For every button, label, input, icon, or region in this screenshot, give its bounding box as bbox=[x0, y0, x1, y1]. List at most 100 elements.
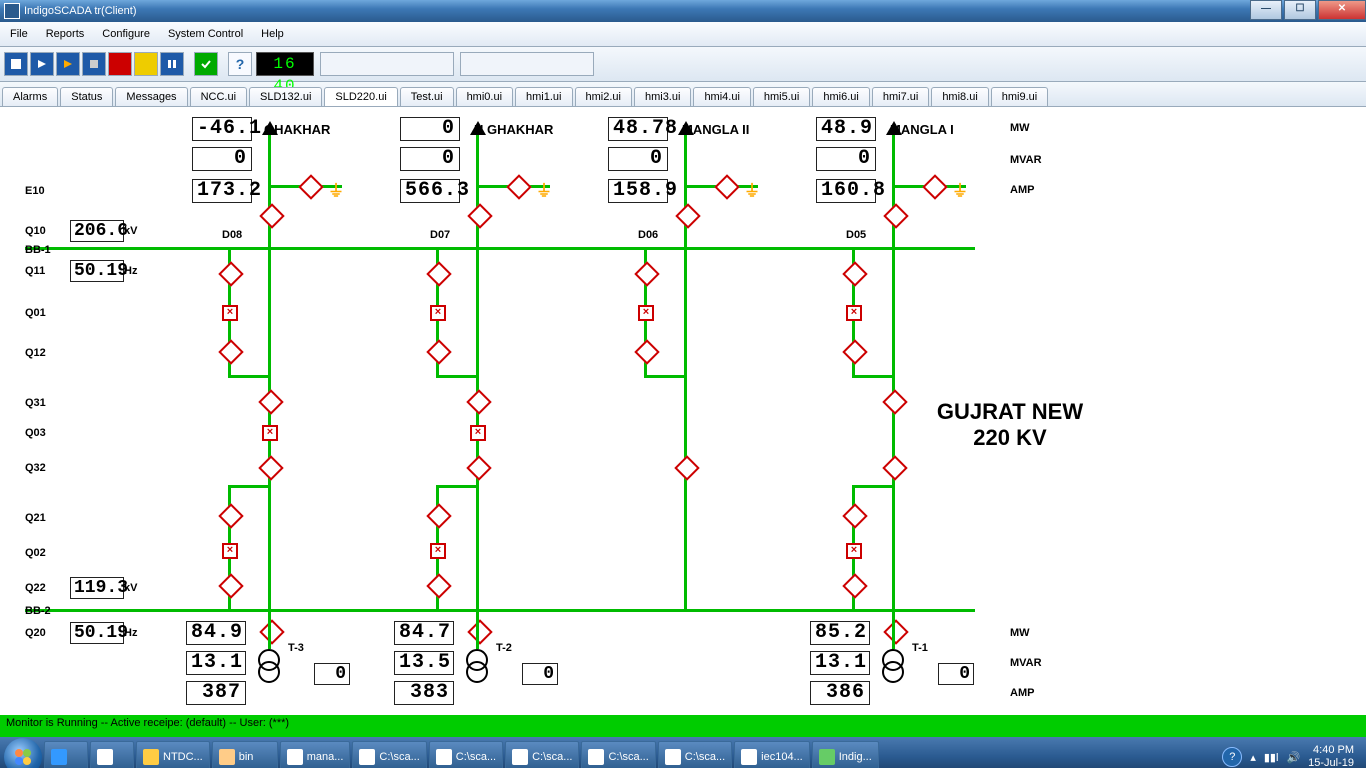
menu-file[interactable]: File bbox=[4, 27, 34, 41]
tab-hmi9[interactable]: hmi9.ui bbox=[991, 87, 1048, 106]
taskbar-item-2[interactable]: mana... bbox=[280, 741, 351, 768]
feeder-1-q32[interactable] bbox=[466, 455, 491, 480]
feeder-2-disc-top[interactable] bbox=[675, 203, 700, 228]
tab-alarms[interactable]: Alarms bbox=[2, 87, 58, 106]
feeder-1-q31[interactable] bbox=[466, 389, 491, 414]
feeder-3-gnd-disc[interactable] bbox=[922, 174, 947, 199]
tab-hmi3[interactable]: hmi3.ui bbox=[634, 87, 691, 106]
feeder-0-q02[interactable]: × bbox=[222, 543, 238, 559]
toolbar-btn-3[interactable] bbox=[56, 52, 80, 76]
feeder-2-q01[interactable]: × bbox=[638, 305, 654, 321]
lbl-q03: Q03 bbox=[25, 427, 46, 439]
tab-ncc[interactable]: NCC.ui bbox=[190, 87, 247, 106]
feeder-0-gnd-disc[interactable] bbox=[298, 174, 323, 199]
tab-hmi2[interactable]: hmi2.ui bbox=[575, 87, 632, 106]
feeder-0-q03[interactable]: × bbox=[262, 425, 278, 441]
tray-chevron-icon[interactable]: ▴ bbox=[1250, 751, 1256, 764]
tray-clock[interactable]: 4:40 PM 15-Jul-19 bbox=[1308, 744, 1354, 768]
toolbar-btn-2[interactable] bbox=[30, 52, 54, 76]
taskbar-item-8[interactable]: iec104... bbox=[734, 741, 810, 768]
tab-hmi8[interactable]: hmi8.ui bbox=[931, 87, 988, 106]
toolbar-btn-check[interactable] bbox=[194, 52, 218, 76]
tab-status[interactable]: Status bbox=[60, 87, 113, 106]
menu-help[interactable]: Help bbox=[255, 27, 290, 41]
menu-system-control[interactable]: System Control bbox=[162, 27, 249, 41]
lbl-e10: E10 bbox=[25, 185, 45, 197]
trafo-0-disc[interactable] bbox=[259, 619, 284, 644]
toolbar-btn-1[interactable] bbox=[4, 52, 28, 76]
feeder-0-q12[interactable] bbox=[218, 339, 243, 364]
feeder-1-q02[interactable]: × bbox=[430, 543, 446, 559]
feeder-0-q32[interactable] bbox=[258, 455, 283, 480]
tab-sld220[interactable]: SLD220.ui bbox=[324, 87, 397, 106]
feeder-1-q22[interactable] bbox=[426, 573, 451, 598]
feeder-1-q03[interactable]: × bbox=[470, 425, 486, 441]
tray-help-icon[interactable]: ? bbox=[1222, 747, 1242, 767]
feeder-3-q01[interactable]: × bbox=[846, 305, 862, 321]
trafo-2-disc[interactable] bbox=[883, 619, 908, 644]
feeder-0-q31[interactable] bbox=[258, 389, 283, 414]
feeder-3-q31[interactable] bbox=[882, 389, 907, 414]
toolbar-btn-help[interactable]: ? bbox=[228, 52, 252, 76]
taskbar-item-6[interactable]: C:\sca... bbox=[581, 741, 655, 768]
minimize-button[interactable]: — bbox=[1250, 0, 1282, 20]
toolbar-btn-5[interactable] bbox=[108, 52, 132, 76]
taskbar-item-3[interactable]: C:\sca... bbox=[352, 741, 426, 768]
feeder-0-q11[interactable] bbox=[218, 261, 243, 286]
taskbar-pin-calc[interactable] bbox=[90, 741, 134, 768]
tab-hmi5[interactable]: hmi5.ui bbox=[753, 87, 810, 106]
trafo-2-mw: 85.2 bbox=[810, 621, 870, 645]
feeder-3-q02[interactable]: × bbox=[846, 543, 862, 559]
tab-messages[interactable]: Messages bbox=[115, 87, 187, 106]
feeder-0-disc-top[interactable] bbox=[259, 203, 284, 228]
feeder-3-q22[interactable] bbox=[842, 573, 867, 598]
menu-configure[interactable]: Configure bbox=[96, 27, 156, 41]
folder-icon bbox=[219, 749, 235, 765]
tab-hmi6[interactable]: hmi6.ui bbox=[812, 87, 869, 106]
feeder-1-q12[interactable] bbox=[426, 339, 451, 364]
feeder-1-q01[interactable]: × bbox=[430, 305, 446, 321]
taskbar-item-7[interactable]: C:\sca... bbox=[658, 741, 732, 768]
feeder-3-q32[interactable] bbox=[882, 455, 907, 480]
taskbar-item-5[interactable]: C:\sca... bbox=[505, 741, 579, 768]
feeder-0-q22[interactable] bbox=[218, 573, 243, 598]
app-icon bbox=[4, 3, 20, 19]
toolbar-btn-7[interactable] bbox=[160, 52, 184, 76]
trafo-1-mvar: 13.5 bbox=[394, 651, 454, 675]
maximize-button[interactable]: ☐ bbox=[1284, 0, 1316, 20]
toolbar-btn-6[interactable] bbox=[134, 52, 158, 76]
feeder-2-q32[interactable] bbox=[674, 455, 699, 480]
tray-volume-icon[interactable]: 🔊 bbox=[1286, 751, 1300, 764]
tab-hmi4[interactable]: hmi4.ui bbox=[693, 87, 750, 106]
feeder-1-disc-top[interactable] bbox=[467, 203, 492, 228]
feeder-2-q12[interactable] bbox=[634, 339, 659, 364]
feeder-1-gnd-disc[interactable] bbox=[506, 174, 531, 199]
toolbar-btn-4[interactable] bbox=[82, 52, 106, 76]
feeder-3-q11[interactable] bbox=[842, 261, 867, 286]
close-button[interactable]: ✕ bbox=[1318, 0, 1366, 20]
tab-hmi7[interactable]: hmi7.ui bbox=[872, 87, 929, 106]
tray-network-icon[interactable]: ▮▮l bbox=[1264, 751, 1279, 764]
trafo-1-disc[interactable] bbox=[467, 619, 492, 644]
tab-hmi1[interactable]: hmi1.ui bbox=[515, 87, 572, 106]
taskbar-item-4[interactable]: C:\sca... bbox=[429, 741, 503, 768]
feeder-1-q21[interactable] bbox=[426, 503, 451, 528]
taskbar-item-0[interactable]: NTDC... bbox=[136, 741, 210, 768]
start-button[interactable] bbox=[4, 738, 42, 768]
feeder-2-q11[interactable] bbox=[634, 261, 659, 286]
feeder-3-disc-top[interactable] bbox=[883, 203, 908, 228]
menu-reports[interactable]: Reports bbox=[40, 27, 91, 41]
taskbar-item-1[interactable]: bin bbox=[212, 741, 278, 768]
taskbar-item-9[interactable]: Indig... bbox=[812, 741, 879, 768]
feeder-0-q21[interactable] bbox=[218, 503, 243, 528]
feeder-3-q12[interactable] bbox=[842, 339, 867, 364]
tab-hmi0[interactable]: hmi0.ui bbox=[456, 87, 513, 106]
feeder-0-q01[interactable]: × bbox=[222, 305, 238, 321]
feeder-2-gnd-disc[interactable] bbox=[714, 174, 739, 199]
tab-test[interactable]: Test.ui bbox=[400, 87, 454, 106]
tab-strip: Alarms Status Messages NCC.ui SLD132.ui … bbox=[0, 82, 1366, 107]
tab-sld132[interactable]: SLD132.ui bbox=[249, 87, 322, 106]
taskbar-pin-ie[interactable] bbox=[44, 741, 88, 768]
feeder-1-q11[interactable] bbox=[426, 261, 451, 286]
feeder-3-q21[interactable] bbox=[842, 503, 867, 528]
